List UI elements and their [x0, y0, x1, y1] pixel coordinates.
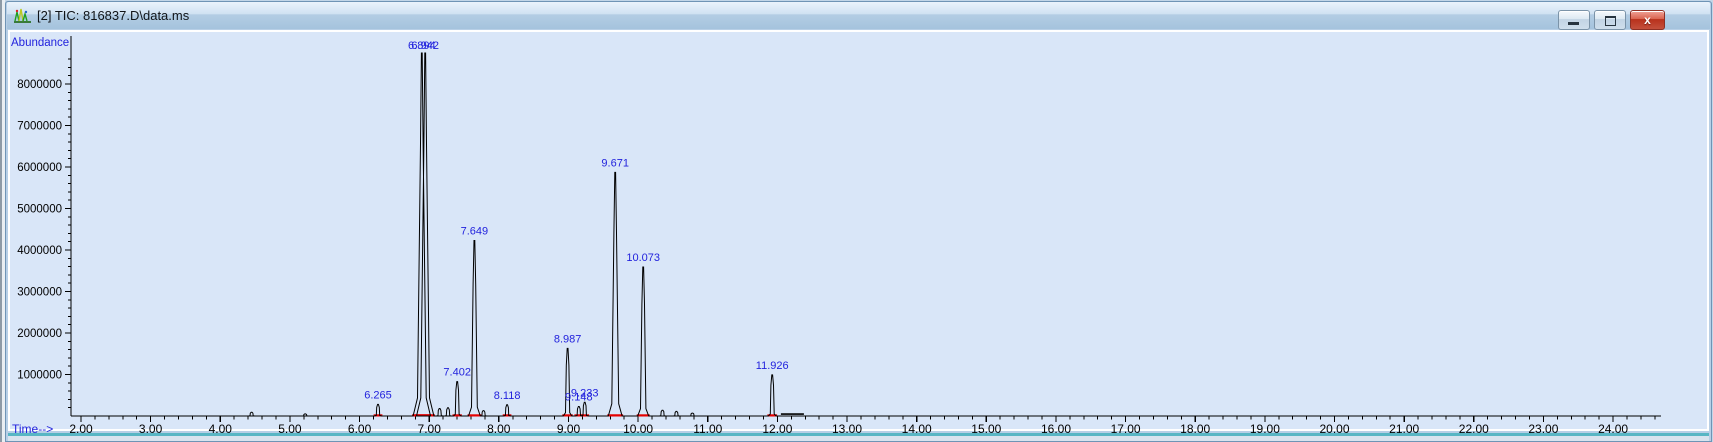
svg-text:7.402: 7.402 [443, 367, 471, 379]
chromatogram-icon [14, 8, 31, 24]
svg-text:9.233: 9.233 [571, 387, 599, 399]
minimize-button[interactable] [1558, 10, 1590, 30]
restore-icon [1605, 16, 1616, 26]
svg-text:1000000: 1000000 [17, 370, 62, 382]
close-icon: x [1631, 12, 1664, 28]
chart-area[interactable]: 1000000 2000000 3000000 4000000 5000000 60000… [8, 30, 1709, 431]
svg-text:6.942: 6.942 [411, 40, 439, 52]
svg-text:4000000: 4000000 [17, 245, 62, 257]
minimize-icon [1568, 22, 1579, 25]
svg-text:6.265: 6.265 [364, 389, 392, 401]
window-controls: x [1558, 10, 1665, 30]
window-frame-bottom [8, 436, 1709, 441]
svg-text:6000000: 6000000 [17, 162, 62, 174]
close-button[interactable]: x [1630, 10, 1665, 30]
svg-text:7000000: 7000000 [17, 121, 62, 133]
svg-text:8000000: 8000000 [17, 79, 62, 91]
svg-text:7.649: 7.649 [461, 226, 489, 238]
svg-text:5000000: 5000000 [17, 204, 62, 216]
window-title: [2] TIC: 816837.D\data.ms [37, 8, 189, 23]
svg-text:8.118: 8.118 [494, 390, 521, 402]
svg-text:11.926: 11.926 [756, 360, 789, 372]
svg-text:10.073: 10.073 [626, 252, 660, 264]
svg-text:8.987: 8.987 [554, 333, 582, 345]
svg-text:9.671: 9.671 [601, 157, 629, 169]
title-bar[interactable]: [2] TIC: 816837.D\data.ms [7, 2, 1710, 29]
chromatogram-plot[interactable]: 1000000 2000000 3000000 4000000 5000000 60000… [10, 32, 1709, 434]
restore-button[interactable] [1594, 10, 1626, 30]
tic-window: [2] TIC: 816837.D\data.ms x 1000000 20000… [5, 1, 1712, 442]
svg-text:2000000: 2000000 [17, 328, 62, 340]
svg-text:Abundance: Abundance [11, 37, 69, 49]
svg-text:3000000: 3000000 [17, 287, 62, 299]
